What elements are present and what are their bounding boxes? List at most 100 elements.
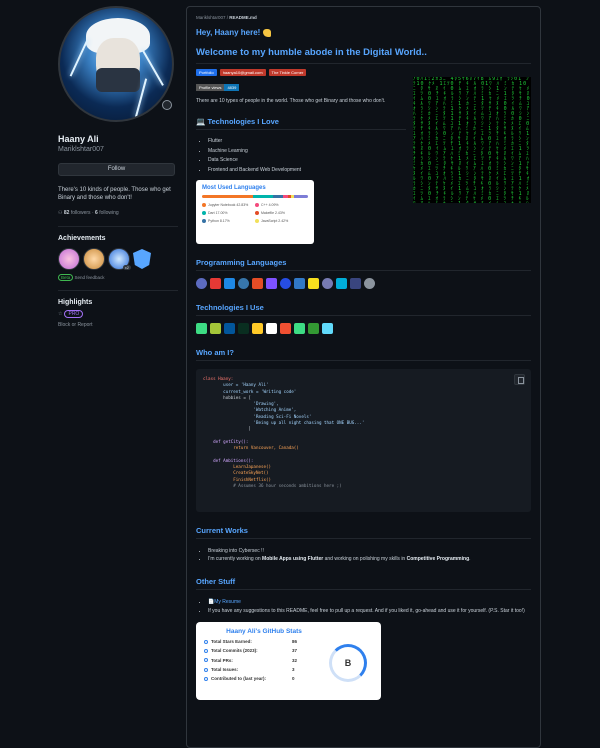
html-icon bbox=[252, 278, 263, 289]
c-icon bbox=[196, 278, 207, 289]
contact-shield[interactable]: The Tinkle Corner bbox=[268, 69, 307, 76]
stat-value: 3 bbox=[292, 666, 295, 672]
cpp-icon bbox=[210, 278, 221, 289]
people-icon: ⚇ bbox=[58, 210, 63, 216]
react-icon bbox=[322, 323, 333, 334]
stat-icon bbox=[204, 667, 208, 672]
language-legend-item: C++ 4.09% bbox=[255, 203, 308, 208]
go-icon bbox=[336, 278, 347, 289]
language-legend-item: Python 8.17% bbox=[202, 219, 255, 224]
other-stuff-list: 📄My Resume If you have any suggestions t… bbox=[196, 598, 531, 616]
language-legend-item: Makefile 2.43% bbox=[255, 211, 308, 216]
stat-icon bbox=[204, 640, 208, 644]
languages-legend: Jupyter Notebook 42.83% C++ 4.09% Dart 17.… bbox=[202, 203, 308, 224]
profile-views-badge: Profile views 4839 bbox=[196, 84, 240, 91]
work-text: I'm currently working on bbox=[208, 556, 263, 562]
avatar[interactable] bbox=[58, 6, 174, 122]
other-stuff-heading: Other Stuff bbox=[196, 577, 531, 590]
stat-label-text: Contributed to (last year): bbox=[211, 675, 267, 681]
code-line: # Assumes 36 hour seconds ambitions here… bbox=[203, 483, 342, 489]
unity-icon bbox=[266, 323, 277, 334]
follow-button[interactable]: Follow bbox=[58, 163, 175, 176]
laptop-icon: 💻 bbox=[196, 117, 206, 126]
profile-name: Haany Ali bbox=[58, 134, 99, 144]
stat-label-text: Total Stars Earned: bbox=[211, 639, 252, 645]
language-dot bbox=[202, 211, 206, 216]
resume-link[interactable]: My Resume bbox=[214, 599, 241, 605]
list-item: 📄My Resume bbox=[208, 598, 531, 607]
stat-value: 32 bbox=[292, 657, 298, 663]
language-dot bbox=[202, 203, 206, 208]
contact-shield[interactable]: haanya10@gmail.com bbox=[219, 69, 266, 76]
technologies-love-heading: 💻 Technologies I Love bbox=[196, 117, 406, 130]
status-emoji-button[interactable] bbox=[162, 100, 172, 110]
readme-file-path: Mariklshtar007 / README.md bbox=[196, 15, 257, 20]
work-text: Breaking into Cybersec !! bbox=[208, 548, 264, 554]
profile-page: Haany Ali Mariklshtar007 Follow There's … bbox=[0, 0, 600, 748]
star-icon: ☆ bbox=[58, 311, 63, 317]
css-icon bbox=[280, 278, 291, 289]
django-icon bbox=[238, 323, 249, 334]
followers-link[interactable]: 82 followers bbox=[64, 210, 91, 216]
kotlin-icon bbox=[266, 278, 277, 289]
highlights-title: Highlights bbox=[58, 299, 93, 306]
beta-tag: Beta bbox=[58, 274, 74, 281]
types-text: There are 10 types of people in the worl… bbox=[196, 98, 386, 104]
languages-bar bbox=[202, 195, 308, 198]
divider bbox=[58, 290, 178, 291]
stat-label: Total PRs: bbox=[204, 658, 292, 663]
flutter-icon bbox=[224, 323, 235, 334]
follow-stats: ⚇ 82 followers · 6 following bbox=[58, 210, 119, 216]
work-text: and working on polishing my skills in bbox=[323, 556, 407, 562]
stat-value: 86 bbox=[292, 639, 298, 645]
technologies-use-heading: Technologies I Use bbox=[196, 303, 531, 316]
stat-icon bbox=[204, 658, 208, 663]
language-label: Python 8.17% bbox=[208, 219, 230, 224]
stat-icon bbox=[204, 676, 208, 681]
achievement-badge[interactable]: x2 bbox=[108, 248, 131, 270]
following-link[interactable]: 6 following bbox=[95, 210, 119, 216]
language-label: C++ 4.09% bbox=[261, 203, 279, 207]
android-dev-icon bbox=[294, 323, 305, 334]
code-block: class Haany: user = 'Haany Ali' current_… bbox=[196, 369, 531, 512]
language-label: Makefile 2.43% bbox=[261, 211, 285, 216]
list-item: Breaking into Cybersec !! bbox=[208, 547, 531, 555]
stat-label: Total Commits (2023): bbox=[204, 648, 292, 653]
stat-label: Total Issues: bbox=[204, 667, 292, 672]
github-stats-card: Haany Ali's GitHub Stats Total Stars Ear… bbox=[196, 622, 381, 700]
language-label: Dart 17.00% bbox=[208, 211, 228, 216]
list-item: I'm currently working on Mobile Apps usi… bbox=[208, 555, 531, 563]
language-legend-item: JavaScript 2.42% bbox=[255, 219, 308, 224]
pro-badge: PRO bbox=[64, 310, 84, 318]
work-text: . bbox=[469, 556, 471, 562]
stat-value: 0 bbox=[292, 675, 295, 681]
profile-sidebar: Haany Ali Mariklshtar007 Follow There's … bbox=[58, 6, 178, 328]
current-works-list: Breaking into Cybersec !!I'm currently w… bbox=[196, 547, 531, 563]
language-legend-item: Jupyter Notebook 42.83% bbox=[202, 203, 255, 208]
contact-shield[interactable]: Portfolio bbox=[196, 69, 217, 76]
regex-icon bbox=[364, 278, 375, 289]
feedback-link[interactable]: Send feedback bbox=[75, 275, 105, 280]
welcome-heading: Welcome to my humble abode in the Digita… bbox=[196, 47, 531, 64]
contact-shields: Portfolio haanya10@gmail.com The Tinkle Co… bbox=[196, 69, 531, 76]
most-used-languages-card: Most Used Languages Jupyter Notebook 42.… bbox=[196, 180, 314, 244]
copy-icon[interactable] bbox=[514, 374, 525, 385]
profile-bio: There's 10 kinds of people. Those who ge… bbox=[58, 187, 171, 201]
language-dot bbox=[202, 219, 206, 224]
beta-feedback: Beta Send feedback bbox=[58, 274, 178, 281]
language-dot bbox=[255, 211, 259, 216]
pro-highlight: ☆ PRO bbox=[58, 310, 178, 318]
achievement-badge[interactable] bbox=[83, 248, 105, 270]
current-works-heading: Current Works bbox=[196, 526, 531, 539]
achievement-badge[interactable] bbox=[58, 248, 80, 270]
shield-badge-icon[interactable] bbox=[133, 249, 151, 269]
language-dot bbox=[255, 219, 259, 224]
programming-languages-heading: Programming Languages bbox=[196, 258, 531, 271]
stat-label: Contributed to (last year): bbox=[204, 676, 292, 681]
stat-value: 37 bbox=[292, 648, 298, 654]
greeting-heading: Hey, Haany here! bbox=[196, 28, 531, 37]
perl-icon bbox=[350, 278, 361, 289]
block-report-link[interactable]: Block or Report bbox=[58, 322, 178, 328]
stat-icon bbox=[204, 649, 208, 654]
language-legend-item: Dart 17.00% bbox=[202, 211, 255, 216]
